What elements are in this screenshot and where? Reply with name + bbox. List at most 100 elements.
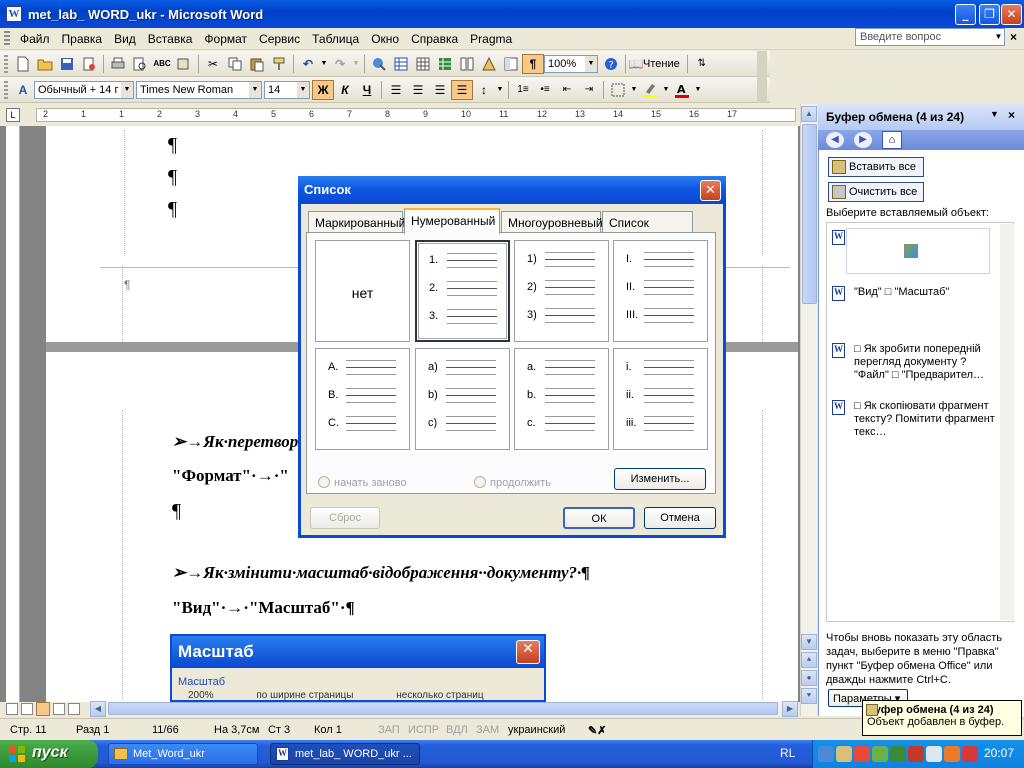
normal-view-icon[interactable] xyxy=(6,703,18,715)
ask-question-input[interactable]: Введите вопрос xyxy=(855,28,1005,46)
menu-format[interactable]: Формат xyxy=(198,32,253,46)
cancel-button[interactable]: Отмена xyxy=(644,507,716,529)
toolbar-grip[interactable] xyxy=(4,80,8,99)
clipboard-item[interactable]: W □ Як зробити попередній перегляд докуме… xyxy=(832,343,1002,382)
spelling-status-icon[interactable]: ✎✗ xyxy=(588,724,606,737)
read-mode-label[interactable]: Чтение xyxy=(643,58,680,70)
save-icon[interactable] xyxy=(56,54,78,74)
tray-app-icon[interactable] xyxy=(890,746,906,762)
tab-numbered[interactable]: Нумерованный xyxy=(404,208,500,234)
numbering-format-cell[interactable]: a. b. c. xyxy=(514,348,609,450)
read-mode-icon[interactable]: 📖 xyxy=(629,54,644,74)
print-preview-icon[interactable] xyxy=(129,54,151,74)
continue-numbering-radio[interactable]: продолжить xyxy=(474,476,551,489)
menubar-grip[interactable] xyxy=(4,30,10,47)
menu-edit[interactable]: Правка xyxy=(56,32,109,46)
vertical-ruler[interactable] xyxy=(6,126,20,702)
reset-button[interactable]: Сброс xyxy=(310,507,380,529)
taskbar-word-button[interactable]: met_lab_ WORD_ukr ... xyxy=(270,743,420,765)
tray-app-icon[interactable] xyxy=(944,746,960,762)
font-size-dropdown-icon[interactable]: ▼ xyxy=(297,81,309,98)
underline-button[interactable]: Ч xyxy=(356,80,378,100)
bullets-icon[interactable]: •≡ xyxy=(534,80,556,100)
font-size-select[interactable]: 14 ▼ xyxy=(264,80,310,99)
menu-insert[interactable]: Вставка xyxy=(142,32,199,46)
toolbar-grip[interactable] xyxy=(4,54,8,73)
sort-icon[interactable]: ⇅ xyxy=(691,54,713,74)
menu-table[interactable]: Таблица xyxy=(306,32,365,46)
tray-clipboard-icon[interactable] xyxy=(836,746,852,762)
open-folder-icon[interactable] xyxy=(34,54,56,74)
undo-icon[interactable]: ↶ xyxy=(297,54,319,74)
numbering-none-cell[interactable]: нет xyxy=(315,240,410,342)
task-pane-close-icon[interactable]: × xyxy=(1008,108,1015,122)
numbering-format-cell[interactable]: a) b) c) xyxy=(415,348,510,450)
numbering-icon[interactable]: 1≡ xyxy=(512,80,534,100)
tray-app-icon[interactable] xyxy=(908,746,924,762)
undo-dropdown-icon[interactable]: ▼ xyxy=(319,54,329,74)
tray-app-icon[interactable] xyxy=(872,746,888,762)
paste-icon[interactable] xyxy=(246,54,268,74)
dialog-close-icon[interactable]: ✕ xyxy=(700,180,721,201)
status-trk[interactable]: ИСПР xyxy=(408,724,439,736)
numbering-format-cell[interactable]: A. B. C. xyxy=(315,348,410,450)
justify-icon[interactable]: ☰ xyxy=(451,79,473,100)
drawing-icon[interactable] xyxy=(478,54,500,74)
language-indicator[interactable]: RL xyxy=(780,746,795,760)
tab-multilevel[interactable]: Многоуровневый xyxy=(501,211,603,233)
modify-button[interactable]: Изменить... xyxy=(614,468,706,490)
align-center-icon[interactable]: ☰ xyxy=(407,80,429,100)
reading-view-icon[interactable] xyxy=(68,703,80,715)
columns-icon[interactable] xyxy=(456,54,478,74)
style-dropdown-icon[interactable]: ▼ xyxy=(121,81,133,98)
styles-formatting-icon[interactable]: A xyxy=(12,80,34,100)
font-color-icon[interactable]: A xyxy=(671,80,693,100)
web-view-icon[interactable] xyxy=(21,703,33,715)
italic-button[interactable]: К xyxy=(334,80,356,100)
scroll-down-icon[interactable]: ▼ xyxy=(801,634,817,650)
numbering-format-cell[interactable]: I. II. III. xyxy=(613,240,708,342)
research-icon[interactable] xyxy=(173,54,195,74)
help-icon[interactable]: ? xyxy=(600,54,622,74)
align-left-icon[interactable]: ☰ xyxy=(385,80,407,100)
menu-view[interactable]: Вид xyxy=(108,32,142,46)
status-ext[interactable]: ВДЛ xyxy=(446,724,468,736)
zoom-dropdown-icon[interactable]: ▼ xyxy=(585,55,597,72)
borders-icon[interactable] xyxy=(607,80,629,100)
tray-volume-icon[interactable] xyxy=(926,746,942,762)
taskbar-folder-button[interactable]: Met_Word_ukr xyxy=(108,743,258,765)
ok-button[interactable]: ОК xyxy=(563,507,635,529)
horizontal-scrollbar[interactable]: ◀ ▶ xyxy=(90,701,798,717)
browse-object-icon[interactable]: ● xyxy=(801,670,817,686)
task-pane-dropdown-icon[interactable]: ▼ xyxy=(990,109,999,119)
clipboard-item-picture[interactable] xyxy=(846,228,990,274)
restart-numbering-radio[interactable]: начать заново xyxy=(318,476,407,489)
clipboard-balloon[interactable]: Буфер обмена (4 из 24) Объект добавлен в… xyxy=(862,700,1022,736)
menu-help[interactable]: Справка xyxy=(405,32,464,46)
hyperlink-icon[interactable] xyxy=(368,54,390,74)
tables-borders-icon[interactable] xyxy=(390,54,412,74)
highlight-icon[interactable] xyxy=(639,80,661,100)
numbering-format-cell[interactable]: 1. 2. 3. xyxy=(415,240,510,342)
hscroll-thumb[interactable] xyxy=(108,702,778,715)
clipboard-item[interactable]: W □ Як скопіювати фрагмент тексту? Поміти… xyxy=(832,400,1002,439)
line-spacing-dropdown-icon[interactable]: ▼ xyxy=(495,80,505,100)
insert-table-icon[interactable] xyxy=(412,54,434,74)
back-icon[interactable]: ◀ xyxy=(826,132,844,148)
horizontal-ruler[interactable]: 2 1 1 2 3 4 5 6 7 8 9 10 11 12 13 14 15 16 17 xyxy=(36,108,796,122)
font-select[interactable]: Times New Roman ▼ xyxy=(136,80,262,99)
tray-shield-icon[interactable] xyxy=(962,746,978,762)
outline-view-icon[interactable] xyxy=(53,703,65,715)
numbering-format-cell[interactable]: i. ii. iii. xyxy=(613,348,708,450)
line-spacing-icon[interactable]: ↕ xyxy=(473,80,495,100)
scroll-thumb[interactable] xyxy=(802,124,817,304)
scroll-up-icon[interactable]: ▲ xyxy=(801,106,817,122)
show-hide-pilcrow-icon[interactable]: ¶ xyxy=(522,53,544,74)
align-right-icon[interactable]: ☰ xyxy=(429,80,451,100)
scroll-right-icon[interactable]: ▶ xyxy=(782,701,798,717)
close-button[interactable]: ✕ xyxy=(1001,4,1022,25)
vertical-scrollbar[interactable]: ▲ ▼ ⯅ ● ⯆ xyxy=(800,104,817,716)
tab-selector-icon[interactable]: L xyxy=(6,108,20,122)
highlight-dropdown-icon[interactable]: ▼ xyxy=(661,80,671,100)
decrease-indent-icon[interactable]: ⇤ xyxy=(556,80,578,100)
